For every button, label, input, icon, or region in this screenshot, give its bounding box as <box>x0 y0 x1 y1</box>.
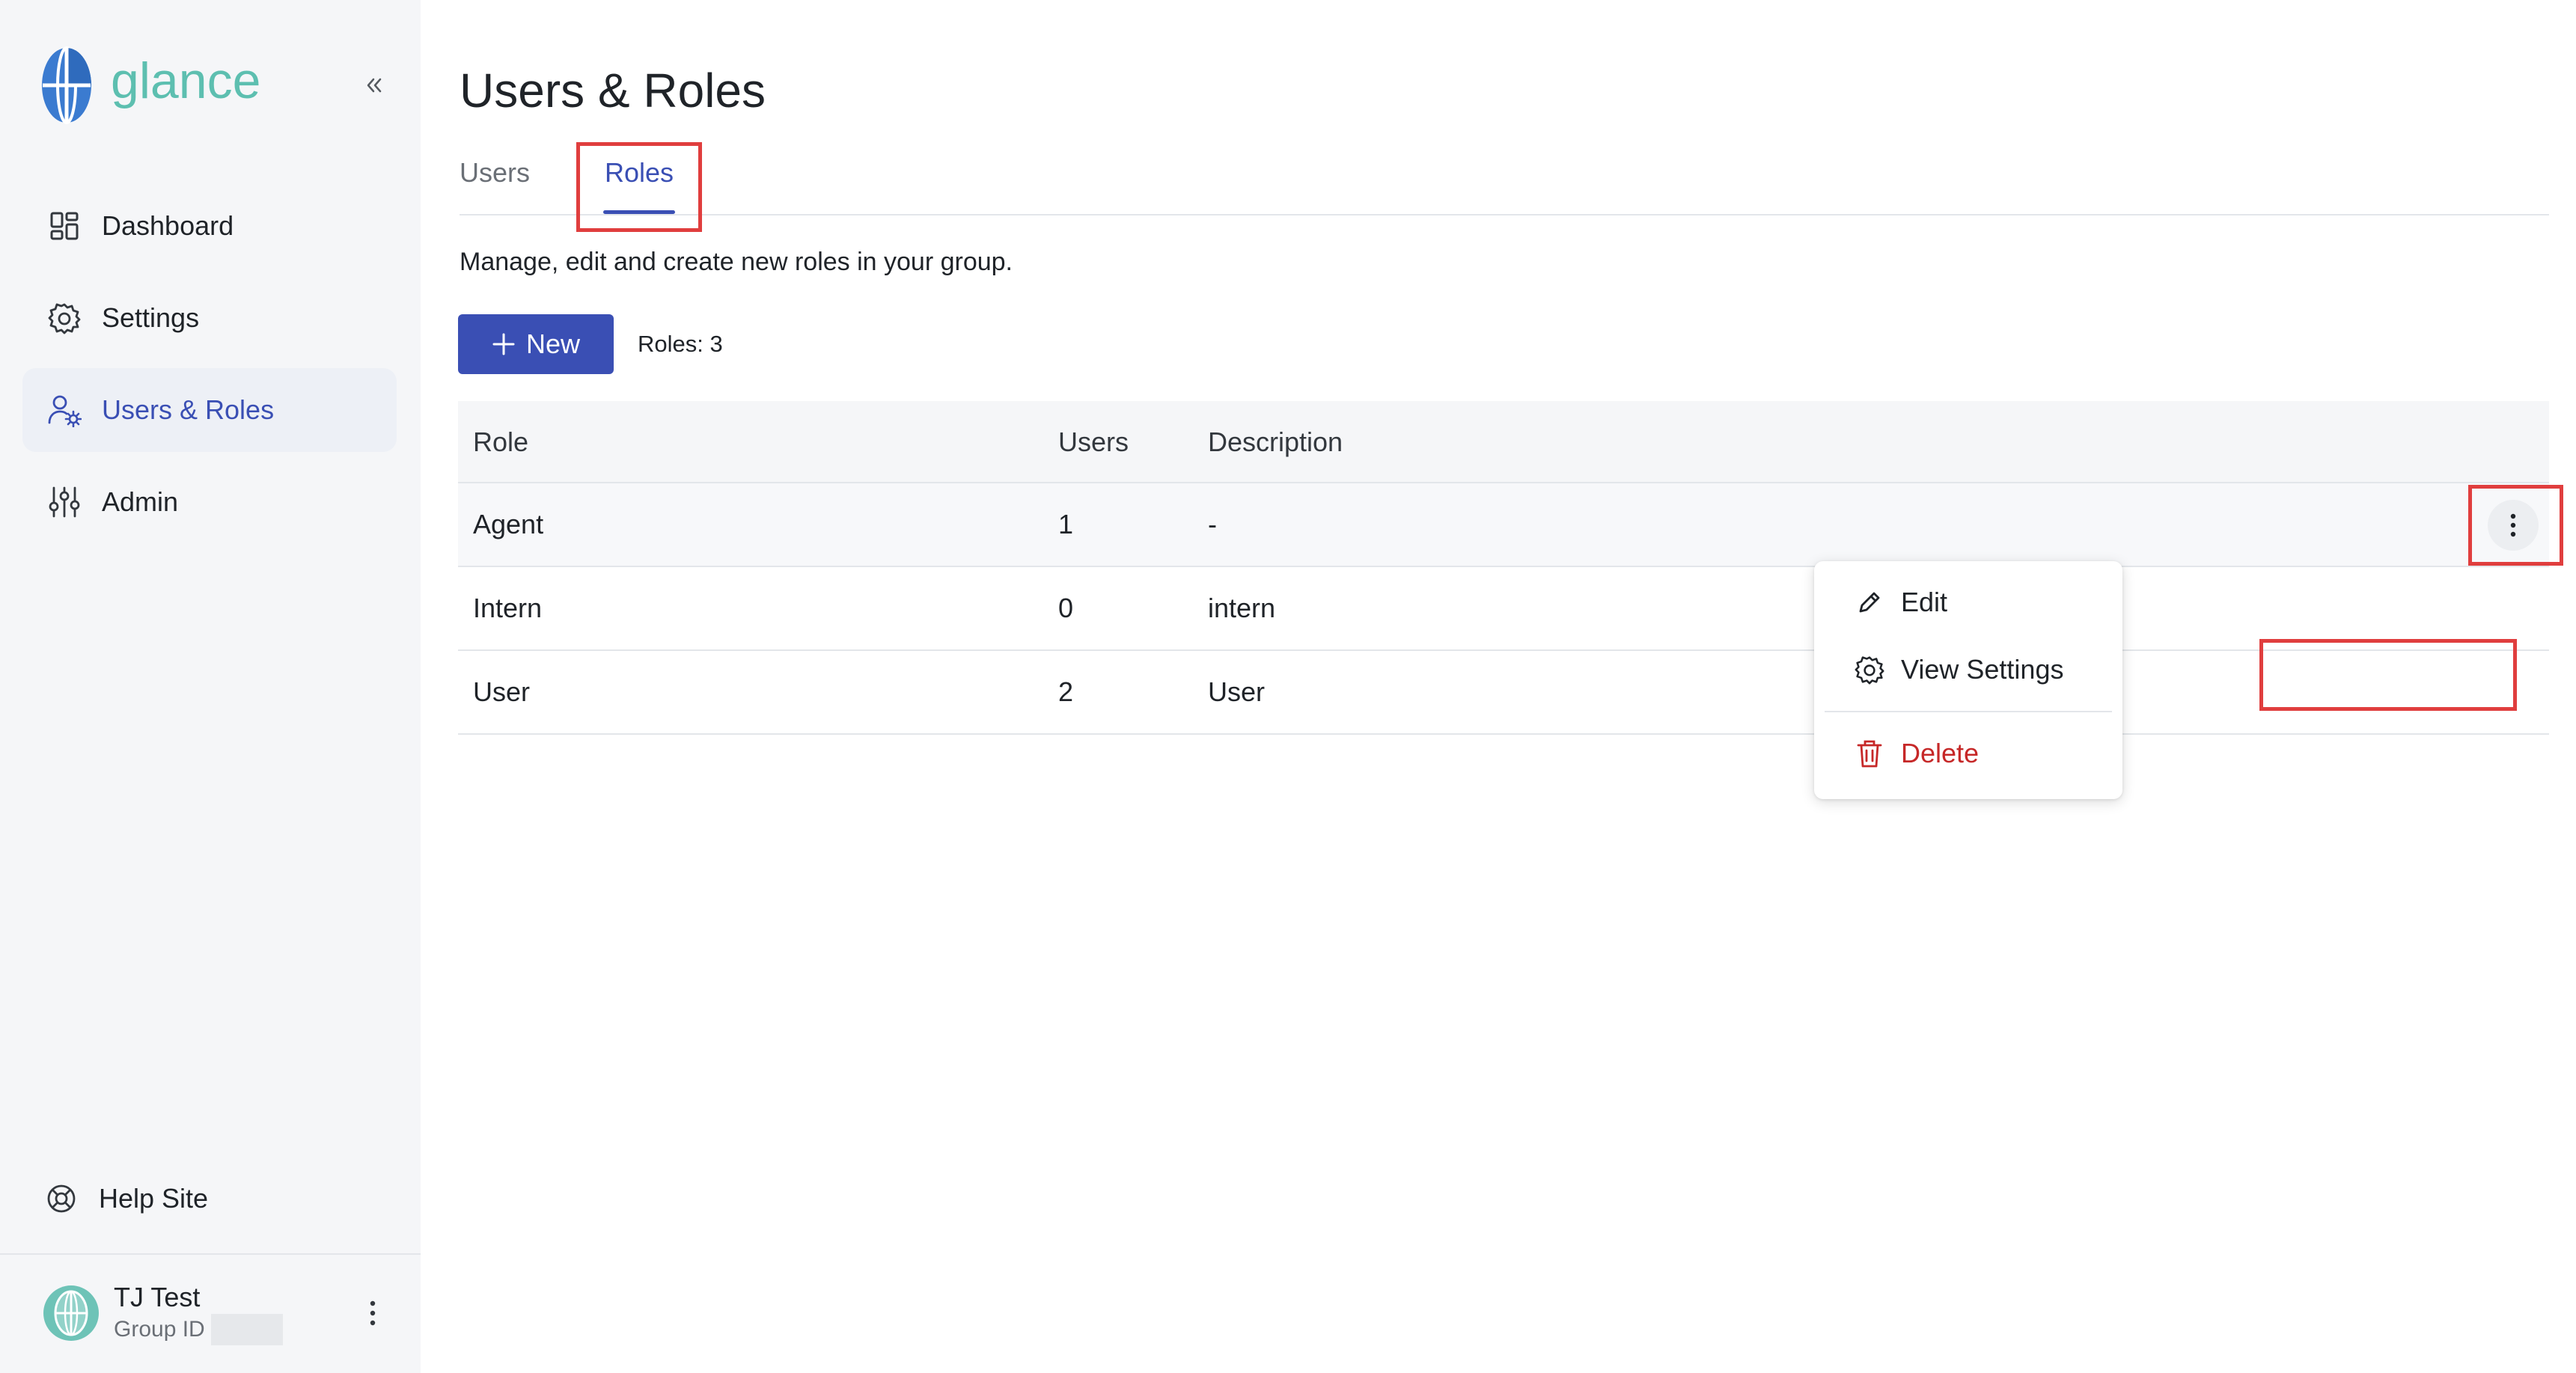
menu-item-label: Delete <box>1901 738 1980 768</box>
redacted-group-id <box>210 1314 283 1345</box>
sidebar-item-settings[interactable]: Settings <box>22 276 397 360</box>
cell-role: User <box>473 676 531 707</box>
user-menu-button[interactable] <box>356 1294 389 1332</box>
roles-count: Roles: 3 <box>638 331 723 357</box>
sidebar-item-dashboard[interactable]: Dashboard <box>22 184 397 268</box>
group-id-label: Group ID <box>114 1317 205 1342</box>
lifebuoy-icon <box>43 1181 79 1217</box>
user-group-id: Group ID <box>114 1314 283 1345</box>
cell-role: Agent <box>473 509 544 539</box>
row-actions-menu: Edit View Settings Delete <box>1814 561 2122 799</box>
chevrons-left-icon <box>367 78 382 93</box>
brand-logo[interactable]: glance <box>40 46 260 124</box>
new-role-button-label: New <box>525 328 581 359</box>
glance-globe-icon <box>42 46 91 124</box>
sidebar: glance Dashboard Settings Users & Roles … <box>0 0 421 1373</box>
user-profile: TJ Test Group ID <box>43 1272 395 1354</box>
table-row[interactable]: User 2 User <box>458 651 2549 735</box>
app-window: glance Dashboard Settings Users & Roles … <box>0 0 2576 1373</box>
help-site-link[interactable]: Help Site <box>43 1181 208 1217</box>
pencil-icon <box>1853 586 1886 619</box>
column-header-users[interactable]: Users <box>1058 423 1129 461</box>
kebab-icon <box>2510 513 2516 537</box>
plus-icon <box>492 332 516 356</box>
sliders-icon <box>46 484 82 520</box>
tab-bar: Users Roles <box>460 147 2549 215</box>
brand-name: glance <box>111 52 261 109</box>
tab-roles[interactable]: Roles <box>605 154 674 192</box>
table-row[interactable]: Intern 0 intern <box>458 567 2549 651</box>
dashboard-icon <box>46 208 82 244</box>
menu-item-view-settings[interactable]: View Settings <box>1814 636 2122 703</box>
gear-icon <box>46 300 82 336</box>
menu-item-label: Edit <box>1901 587 1948 617</box>
sidebar-item-label: Users & Roles <box>102 394 275 425</box>
active-tab-indicator <box>603 210 675 214</box>
tab-users[interactable]: Users <box>460 154 530 192</box>
column-header-role[interactable]: Role <box>473 423 528 461</box>
menu-item-edit[interactable]: Edit <box>1814 569 2122 636</box>
table-header: Role Users Description <box>458 401 2549 483</box>
page-description: Manage, edit and create new roles in you… <box>460 248 1013 276</box>
sidebar-item-label: Admin <box>102 486 179 517</box>
user-gear-icon <box>46 392 82 428</box>
sidebar-item-label: Settings <box>102 302 200 333</box>
glance-globe-avatar-icon <box>54 1290 88 1336</box>
help-site-label: Help Site <box>99 1183 209 1214</box>
sidebar-nav: Dashboard Settings Users & Roles Admin <box>22 184 397 552</box>
row-actions-button[interactable] <box>2488 500 2539 551</box>
column-header-description[interactable]: Description <box>1208 423 1343 461</box>
user-info: TJ Test Group ID <box>114 1281 283 1345</box>
cell-description: - <box>1208 509 1217 539</box>
cell-users: 2 <box>1058 676 1074 707</box>
trash-icon <box>1853 737 1886 770</box>
sidebar-item-users-roles[interactable]: Users & Roles <box>22 368 397 452</box>
menu-divider <box>1825 711 2112 712</box>
new-role-button[interactable]: New <box>458 314 614 374</box>
cell-users: 0 <box>1058 593 1074 623</box>
page-title: Users & Roles <box>460 64 766 117</box>
menu-item-label: View Settings <box>1901 654 2064 685</box>
collapse-sidebar-button[interactable] <box>358 69 391 102</box>
roles-table: Role Users Description Agent 1 - Intern <box>458 401 2549 735</box>
menu-item-delete[interactable]: Delete <box>1814 720 2122 787</box>
avatar[interactable] <box>43 1285 99 1341</box>
sidebar-divider <box>0 1253 421 1255</box>
cell-description: intern <box>1208 593 1276 623</box>
sidebar-item-admin[interactable]: Admin <box>22 460 397 544</box>
cell-users: 1 <box>1058 509 1074 539</box>
main-content: Users & Roles Users Roles Manage, edit a… <box>421 0 2576 1373</box>
gear-icon <box>1853 653 1886 686</box>
sidebar-item-label: Dashboard <box>102 210 234 241</box>
user-name: TJ Test <box>114 1282 201 1312</box>
cell-role: Intern <box>473 593 543 623</box>
table-row[interactable]: Agent 1 - <box>458 483 2549 567</box>
kebab-icon <box>370 1300 376 1326</box>
cell-description: User <box>1208 676 1266 707</box>
